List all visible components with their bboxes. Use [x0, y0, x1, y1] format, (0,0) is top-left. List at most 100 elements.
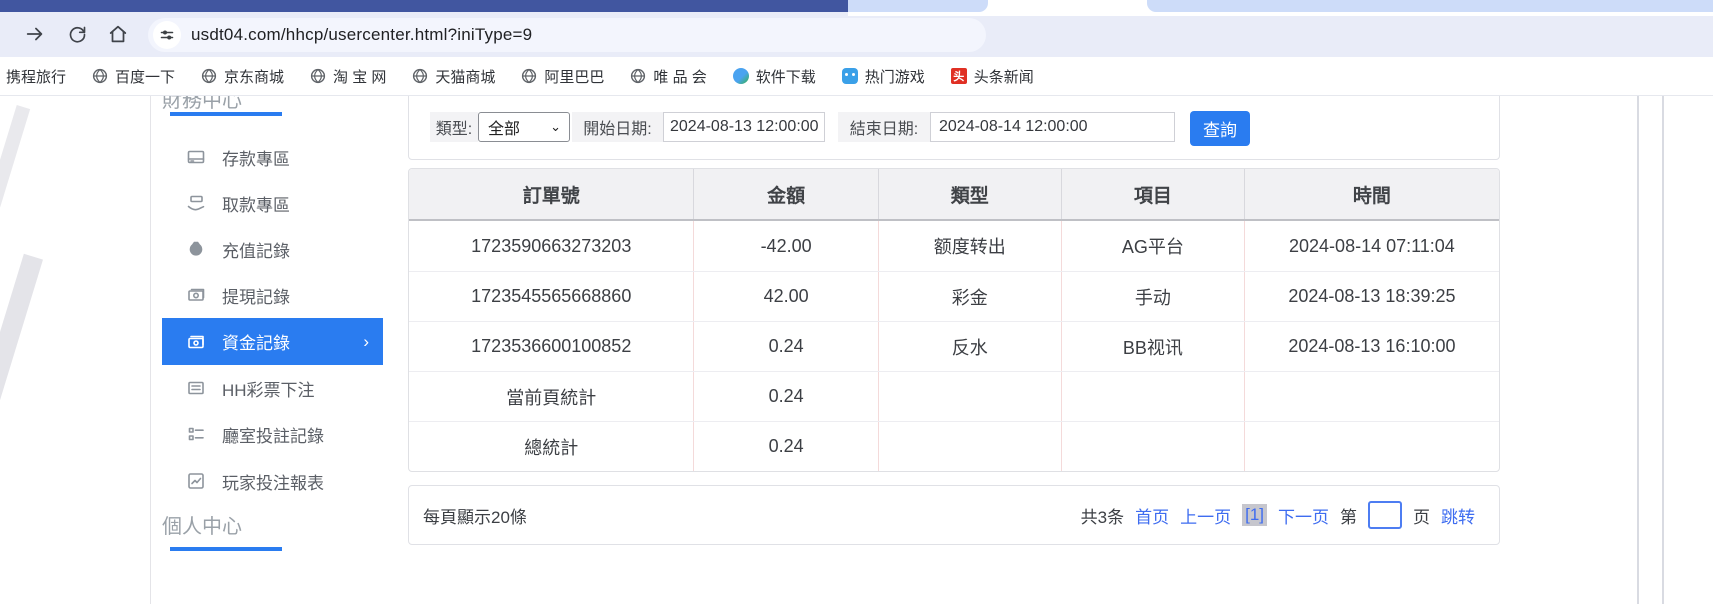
header-type: 類型 [877, 169, 1061, 219]
bookmarks-bar: 携程旅行 百度一下 京东商城 淘 宝 网 天猫商城 阿里巴巴 唯 品 会 软件下… [0, 57, 1713, 96]
bookmark-jingdong[interactable]: 京东商城 [201, 66, 284, 87]
globe-favicon-icon [201, 68, 217, 84]
pagination-controls: 共3条 首页 上一页 [1] 下一页 第 页 跳转 [1081, 486, 1475, 544]
first-page-link[interactable]: 首页 [1135, 503, 1169, 528]
total-count-text: 共3条 [1080, 507, 1125, 527]
cell-order-no: 1723590663273203 [471, 235, 632, 256]
cell-amount: 42.00 [693, 272, 877, 321]
bookmark-software-download[interactable]: 软件下载 [732, 66, 816, 87]
prev-page-link[interactable]: 上一页 [1180, 503, 1231, 528]
globe-favicon-icon [521, 68, 537, 84]
globe-favicon-icon [412, 68, 428, 84]
cell-time: 2024-08-13 18:39:25 [1243, 272, 1499, 321]
start-date-label: 開始日期: [572, 112, 663, 142]
cell-type: 彩金 [877, 272, 1061, 321]
svg-text:¥: ¥ [194, 247, 198, 254]
end-date-input[interactable] [930, 112, 1175, 142]
right-divider-line [1662, 96, 1664, 604]
forward-arrow-icon [26, 27, 43, 41]
bookmark-toutiao-news[interactable]: 头头条新闻 [950, 66, 1034, 87]
sidebar-item-withdrawal-record[interactable]: 提現記錄 [150, 272, 383, 318]
home-icon [109, 25, 127, 43]
sidebar-item-funds-record[interactable]: 資金記錄 › [162, 318, 383, 365]
table-row: 1723590663273203 -42.00 额度转出 AG平台 2024-0… [409, 221, 1499, 271]
header-order-no: 訂單號 [522, 185, 580, 207]
page-number-input[interactable] [1368, 501, 1402, 529]
cell-time: 2024-08-14 07:11:04 [1243, 221, 1499, 271]
table-row: 1723545565668860 42.00 彩金 手动 2024-08-13 … [409, 271, 1499, 321]
software-download-favicon-icon [732, 68, 749, 84]
cell-project: 手动 [1060, 272, 1244, 321]
window-title-strip [0, 0, 848, 12]
hand-cash-icon [186, 193, 206, 213]
globe-favicon-icon [630, 68, 646, 84]
url-text[interactable]: usdt04.com/hhcp/usercenter.html?iniType=… [191, 25, 532, 45]
bookmark-hot-games[interactable]: 热门游戏 [841, 66, 925, 87]
sidebar-item-recharge-record[interactable]: ¥ 充值記錄 [150, 226, 383, 272]
table-row: 1723536600100852 0.24 反水 BB视讯 2024-08-13… [409, 321, 1499, 371]
cell-type: 反水 [877, 322, 1061, 371]
jump-link[interactable]: 跳转 [1441, 503, 1475, 528]
type-filter-label: 類型: [430, 112, 478, 142]
cell-project: AG平台 [1060, 221, 1244, 271]
cell-empty [1243, 372, 1499, 421]
cell-order-no: 1723545565668860 [471, 286, 632, 306]
funds-record-table: 訂單號 金額 類型 項目 時間 1723590663273203 -42.00 … [408, 168, 1500, 472]
bookmark-alibaba[interactable]: 阿里巴巴 [521, 66, 604, 87]
table-header-row: 訂單號 金額 類型 項目 時間 [409, 169, 1499, 221]
chevron-down-icon: ⌄ [550, 119, 561, 134]
search-button[interactable]: 查詢 [1190, 111, 1250, 146]
globe-favicon-icon [310, 68, 326, 84]
next-page-link[interactable]: 下一页 [1278, 503, 1329, 528]
privacy-tune-icon [160, 30, 174, 40]
type-select[interactable]: 全部 ⌄ [478, 112, 570, 142]
address-bar[interactable]: usdt04.com/hhcp/usercenter.html?iniType=… [148, 18, 986, 52]
cell-type: 额度转出 [877, 221, 1061, 271]
home-button[interactable] [101, 17, 135, 51]
cell-amount: -42.00 [693, 221, 877, 271]
site-info-button[interactable] [153, 21, 181, 49]
banknote-icon [186, 285, 206, 305]
table-row-grand-total: 總統計 0.24 [409, 421, 1499, 471]
cell-amount: 0.24 [693, 322, 877, 371]
cell-label: 總統計 [524, 437, 579, 458]
cell-time: 2024-08-13 16:10:00 [1243, 322, 1499, 371]
chart-report-icon [186, 471, 206, 491]
bookmark-xiecheng[interactable]: 携程旅行 [6, 66, 66, 87]
start-date-input[interactable] [663, 112, 825, 142]
toutiao-favicon-icon: 头 [950, 68, 967, 84]
globe-favicon-icon [92, 68, 108, 84]
bookmark-weipinhui[interactable]: 唯 品 会 [630, 66, 707, 87]
bookmark-tmall[interactable]: 天猫商城 [412, 66, 495, 87]
header-project: 項目 [1060, 169, 1244, 219]
chevron-right-icon: › [363, 331, 369, 351]
deposit-card-icon [186, 147, 206, 167]
current-page-indicator[interactable]: [1] [1242, 504, 1267, 526]
header-time: 時間 [1243, 169, 1499, 219]
ticket-list-icon [186, 378, 206, 398]
table-row-page-total: 當前頁統計 0.24 [409, 371, 1499, 421]
cell-empty [877, 422, 1061, 471]
bookmark-taobao[interactable]: 淘 宝 网 [310, 66, 386, 87]
sidebar-section-personal: 個人中心 [162, 516, 242, 538]
sidebar-item-room-bet-record[interactable]: 廳室投註記錄 [150, 411, 383, 457]
sidebar-item-hh-lottery-bets[interactable]: HH彩票下注 [150, 365, 383, 411]
sidebar-item-deposit-area[interactable]: 存款專區 [150, 134, 383, 180]
header-amount: 金額 [693, 169, 877, 219]
cell-empty [1060, 372, 1244, 421]
cell-empty [877, 372, 1061, 421]
reload-button[interactable] [60, 17, 94, 51]
cell-amount: 0.24 [693, 422, 877, 471]
active-tab-edge [848, 12, 1713, 16]
sidebar-item-player-bet-report[interactable]: 玩家投注報表 [150, 458, 383, 504]
cell-project: BB视讯 [1060, 322, 1244, 371]
jump-prefix-text: 第 [1340, 507, 1357, 527]
end-date-label: 結束日期: [838, 112, 930, 142]
money-bag-icon: ¥ [186, 239, 206, 259]
game-robot-favicon-icon [841, 68, 858, 84]
forward-button[interactable] [18, 17, 52, 51]
sidebar-item-withdraw-area[interactable]: 取款專區 [150, 180, 383, 226]
tab-strip-left [848, 0, 988, 12]
bookmark-baidu[interactable]: 百度一下 [92, 66, 175, 87]
reload-icon [69, 26, 85, 43]
